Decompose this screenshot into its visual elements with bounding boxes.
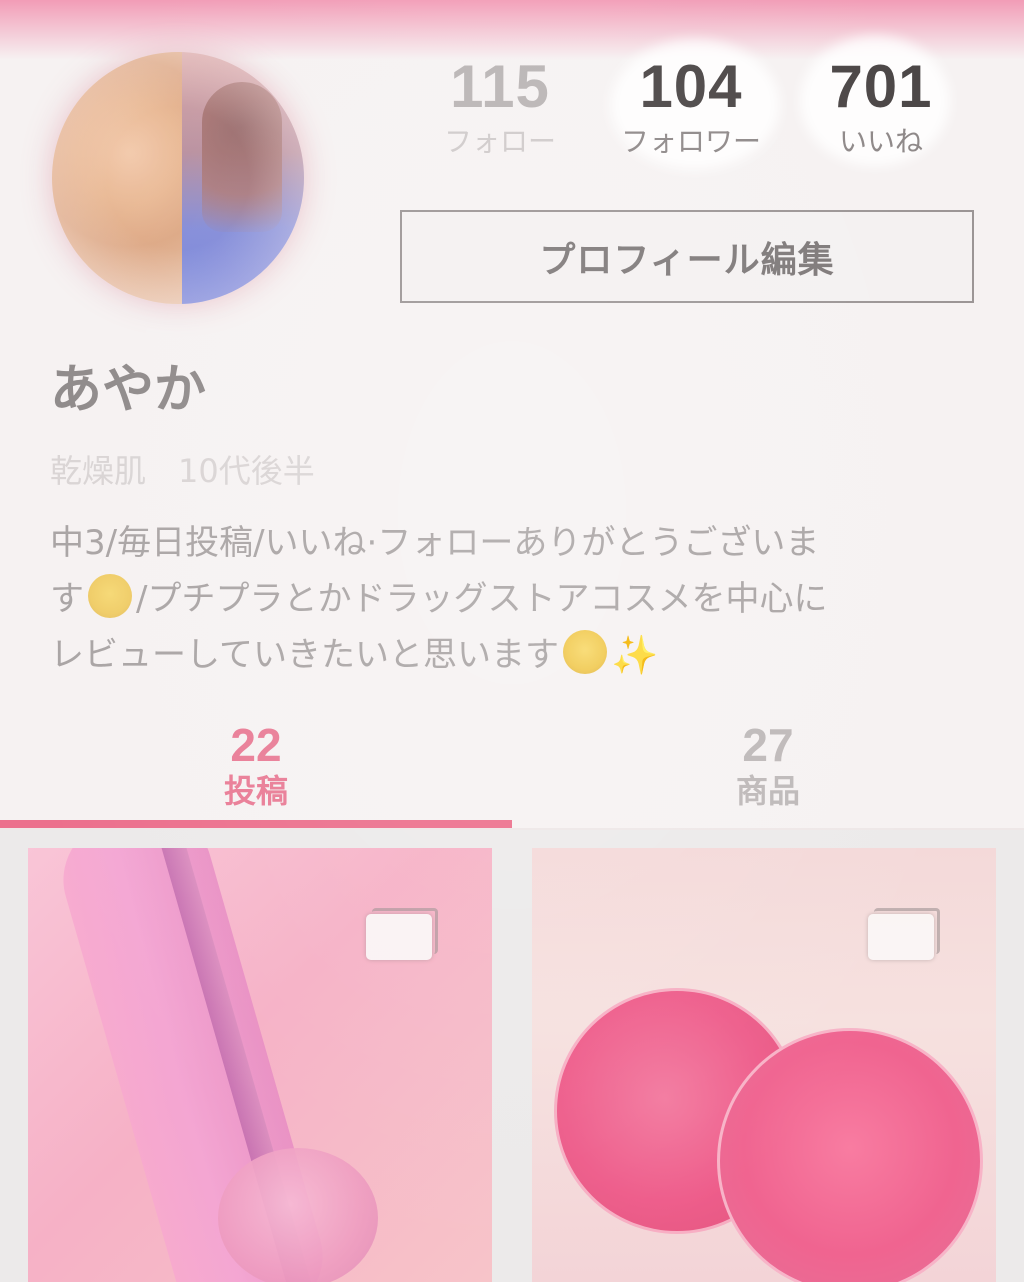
multiple-images-icon-front — [868, 914, 934, 960]
profile-header: 115 フォロー 104 フォロワー 701 いいね プロフィール編集 あやか … — [0, 0, 1024, 700]
bio-line-2-text: /プチプラとかドラッグストアコスメを中心に — [136, 579, 828, 619]
tab-products[interactable]: 27 商品 — [512, 720, 1024, 812]
lip-gloss-tip-image — [218, 1148, 378, 1282]
bio-line-3: レビューしていきたいと思います ✨ — [50, 627, 950, 683]
bio-line-2-prefix: す — [50, 579, 84, 619]
multiple-images-icon — [868, 908, 940, 960]
bio-line-3-text: レビューしていきたいと思います — [50, 635, 559, 675]
products-label: 商品 — [735, 772, 800, 810]
user-attributes: 乾燥肌 10代後半 — [50, 452, 315, 490]
lip-balm-pot-image — [717, 1028, 983, 1282]
likes-label: いいね — [838, 125, 923, 158]
bio-line-1: 中3/毎日投稿/いいね·フォローありがとうございま — [50, 523, 820, 563]
sparkles-emoji-icon: ✨ — [610, 633, 659, 677]
followers-count: 104 — [639, 53, 743, 120]
posts-count: 22 — [230, 719, 282, 771]
active-tab-indicator — [0, 820, 512, 828]
profile-bio: 中3/毎日投稿/いいね·フォローありがとうございま す/プチプラとかドラッグスト… — [50, 515, 950, 683]
profile-tabs: 22 投稿 27 商品 — [0, 700, 1024, 830]
products-count: 27 — [742, 719, 794, 771]
multiple-images-icon-front — [366, 914, 432, 960]
following-label: フォロー — [443, 125, 556, 158]
user-name: あやか — [50, 360, 207, 420]
following-count: 115 — [450, 53, 550, 120]
posts-label: 投稿 — [223, 772, 288, 810]
crying-face-emoji-icon — [88, 574, 132, 618]
multiple-images-icon — [366, 908, 438, 960]
bio-line-2: す/プチプラとかドラッグストアコスメを中心に — [50, 571, 950, 627]
likes-count: 701 — [829, 53, 933, 120]
post-thumbnail[interactable] — [28, 848, 492, 1282]
profile-avatar[interactable] — [52, 52, 304, 304]
post-thumbnail[interactable] — [532, 848, 996, 1282]
edit-profile-button[interactable]: プロフィール編集 — [400, 210, 974, 303]
posts-grid — [0, 830, 1024, 1282]
stat-likes[interactable]: 701 いいね — [806, 52, 956, 160]
stat-followers[interactable]: 104 フォロワー — [606, 52, 776, 160]
grinning-face-emoji-icon — [562, 630, 607, 674]
stat-following[interactable]: 115 フォロー — [430, 52, 570, 160]
followers-label: フォロワー — [620, 125, 761, 158]
avatar-veil — [52, 52, 304, 304]
tab-posts[interactable]: 22 投稿 — [0, 720, 512, 812]
